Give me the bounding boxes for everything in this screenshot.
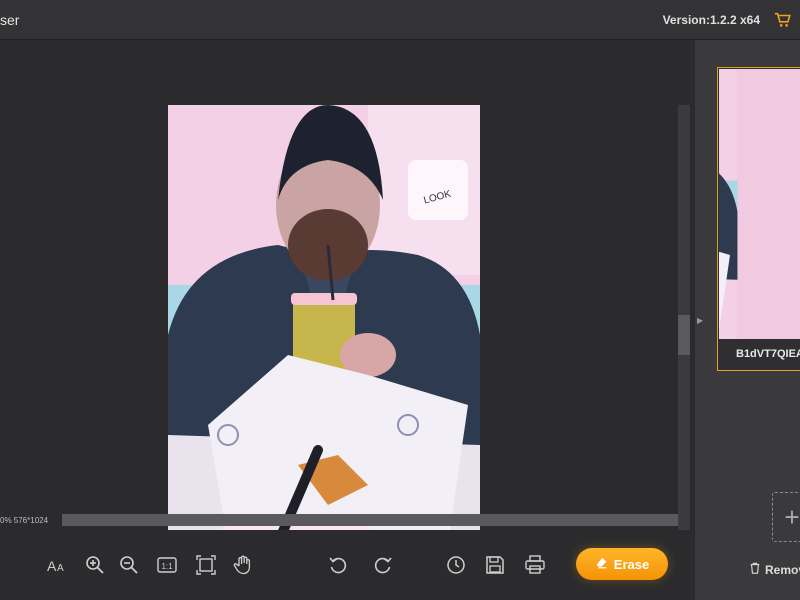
canvas-area: LOOK — [0, 40, 694, 565]
version-label: Version:1.2.2 x64 — [662, 13, 760, 27]
thumbnail-image — [719, 69, 800, 339]
eraser-icon — [595, 556, 608, 572]
actual-size-icon[interactable]: 1:1 — [156, 554, 178, 576]
vertical-scrollbar-thumb[interactable] — [678, 315, 690, 355]
save-icon[interactable] — [484, 554, 506, 576]
cart-icon[interactable] — [774, 11, 792, 29]
hand-pan-icon[interactable] — [232, 554, 254, 576]
erase-button[interactable]: Erase — [576, 548, 668, 580]
image-thumbnail[interactable]: B1dVT7QIEA — [717, 67, 800, 371]
svg-text:A: A — [57, 563, 64, 574]
add-image-button[interactable]: + — [772, 492, 800, 542]
photo-image: LOOK — [168, 105, 480, 543]
collapse-arrow-icon[interactable]: ▶ — [697, 316, 703, 325]
fit-screen-icon[interactable] — [195, 554, 217, 576]
title-bar: ser Version:1.2.2 x64 — [0, 0, 800, 40]
app-title: ser — [0, 12, 20, 28]
zoom-in-icon[interactable] — [84, 554, 106, 576]
remove-label: Remov — [765, 562, 800, 577]
thumbnail-label: B1dVT7QIEA — [736, 348, 800, 360]
svg-text:A: A — [47, 558, 57, 574]
thumbnail-photo — [719, 69, 738, 339]
redo-icon[interactable] — [372, 554, 394, 576]
erase-button-label: Erase — [613, 556, 650, 572]
text-size-icon[interactable]: AA — [45, 554, 67, 576]
actual-size-label: 1:1 — [161, 562, 173, 571]
horizontal-scrollbar[interactable] — [62, 514, 678, 526]
bottom-toolbar: AA 1:1 Erase — [0, 530, 694, 600]
plus-icon: + — [784, 501, 800, 532]
history-icon[interactable] — [445, 554, 467, 576]
zoom-status: 0% 576*1024 — [0, 516, 49, 525]
zoom-out-icon[interactable] — [118, 554, 140, 576]
photo-canvas[interactable]: LOOK — [168, 105, 480, 543]
undo-icon[interactable] — [327, 554, 349, 576]
thumbnail-panel: ▶ B1dVT7QIEA + Remov — [694, 40, 800, 600]
print-icon[interactable] — [524, 554, 546, 576]
remove-button[interactable]: Remov — [749, 562, 800, 577]
trash-icon — [749, 562, 761, 577]
vertical-scrollbar[interactable] — [678, 105, 690, 565]
